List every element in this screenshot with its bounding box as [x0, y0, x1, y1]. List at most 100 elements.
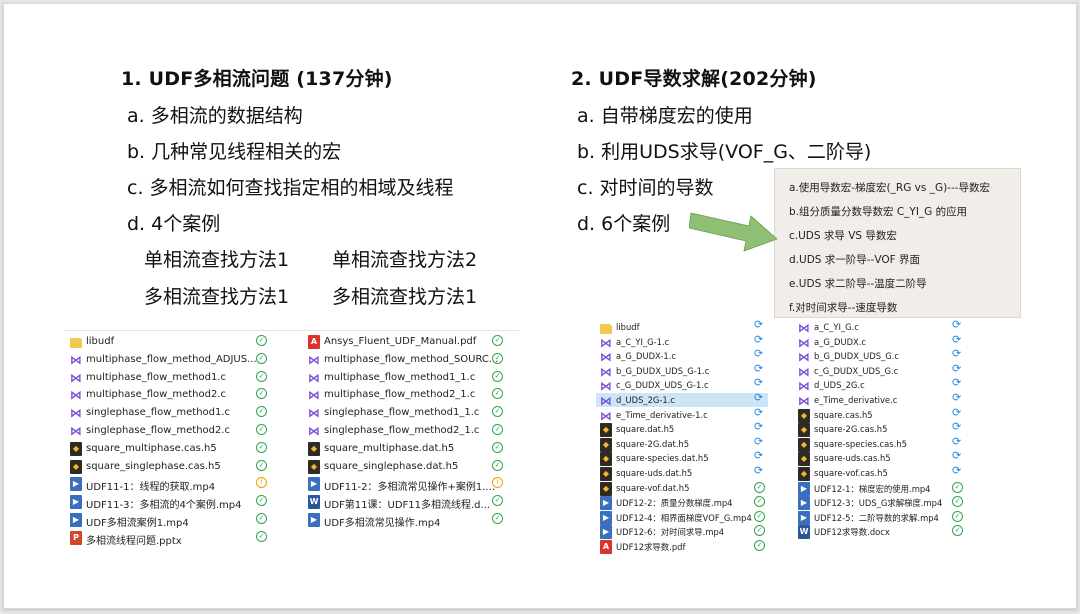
file-row[interactable]: ◆ square-2G.dat.h5 ⟳ — [596, 434, 768, 452]
mp4-file-icon: ▶ — [308, 477, 320, 492]
file-row[interactable]: ▶ UDF多相流案例1.mp4 ✓ — [66, 512, 270, 529]
file-row[interactable]: A Ansys_Fluent_UDF_Manual.pdf ✓ — [304, 334, 506, 351]
file-row[interactable]: ◆ square.cas.h5 ⟳ — [794, 407, 966, 423]
file-row[interactable]: ⋈ d_UDS_2G-1.c ⟳ — [596, 392, 768, 407]
file-row[interactable]: ⋈ multiphase_flow_method1_1.c ✓ — [304, 370, 506, 387]
file-row[interactable]: ⋈ singlephase_flow_method1_1.c ✓ — [304, 405, 506, 422]
synced-check-status-icon: ✓ — [256, 352, 267, 364]
file-row[interactable]: ⋈ singlephase_flow_method1.c ✓ — [66, 405, 270, 422]
file-row[interactable]: ◆ square-uds.dat.h5 ⟳ — [596, 464, 768, 481]
vs-file-icon: ⋈ — [70, 370, 82, 385]
sync-status-icon: ⟳ — [754, 434, 764, 448]
topic-f: f.对时间求导--速度导数 — [789, 302, 898, 314]
file-row[interactable]: ⋈ e_Time_derivative.c ⟳ — [794, 392, 966, 407]
synced-check-status-icon: ✓ — [256, 370, 267, 382]
file-name: square-vof.cas.h5 — [814, 468, 888, 478]
file-row[interactable]: ▶ UDF12-5：二阶导数的求解.mp4 ✓ — [794, 510, 966, 525]
file-row[interactable]: ⋈ a_C_YI_G-1.c ⟳ — [596, 334, 768, 349]
file-row[interactable]: ◆ square-species.cas.h5 ⟳ — [794, 436, 966, 452]
file-row[interactable]: ▶ UDF多相流常见操作.mp4 ✓ — [304, 512, 506, 529]
file-name: UDF多相流常见操作.mp4 — [324, 518, 441, 529]
derivative-topics-panel: a.使用导数宏-梯度宏(_RG vs _G)---导数宏 b.组分质量分数导数宏… — [774, 168, 1021, 318]
file-name: a_C_YI_G.c — [814, 322, 859, 332]
file-row[interactable]: ⋈ c_G_DUDX_UDS_G.c ⟳ — [794, 363, 966, 379]
file-row[interactable]: ◆ square_multiphase.dat.h5 ✓ — [304, 441, 506, 458]
mp4-file-icon: ▶ — [600, 525, 612, 540]
file-name: b_G_DUDX_UDS_G.c — [814, 351, 899, 362]
file-row[interactable]: ⋈ multiphase_flow_method2.c ✓ — [66, 387, 270, 404]
sync-status-icon: ⟳ — [754, 405, 764, 419]
file-row[interactable]: ▶ UDF12-3：UDS_G求解梯度.mp4 ✓ — [794, 495, 966, 511]
file-name: 多相流线程问题.pptx — [86, 535, 182, 547]
file-row[interactable]: ⋈ multiphase_flow_method_ADJUS... ✓ — [66, 352, 270, 369]
file-row[interactable]: ▶ UDF12-1：梯度宏的使用.mp4 ✓ — [794, 481, 966, 496]
file-row[interactable]: ◆ square-uds.cas.h5 ⟳ — [794, 450, 966, 467]
file-row[interactable]: W UDF12求导数.docx ✓ — [794, 524, 966, 540]
file-name: square-uds.dat.h5 — [616, 468, 693, 478]
file-row[interactable]: W UDF第11课：UDF11多相流线程.d... ✓ — [304, 494, 506, 511]
file-name: square-2G.cas.h5 — [814, 424, 888, 435]
section2-item-b: b. 利用UDS求导(VOF_G、二阶导) — [577, 141, 872, 163]
file-row[interactable]: ▶ UDF12-4：相界面梯度VOF_G.mp4 ✓ — [596, 510, 768, 525]
file-row[interactable]: ◆ square-species.dat.h5 ⟳ — [596, 450, 768, 467]
file-row[interactable]: ▶ UDF11-1：线程的获取.mp4! — [66, 476, 270, 493]
file-row[interactable]: ▶ UDF12-2：质量分数梯度.mp4 ✓ — [596, 495, 768, 511]
file-row[interactable]: ◆ square.dat.h5 ⟳ — [596, 421, 768, 438]
file-row[interactable]: ⋈ multiphase_flow_method2_1.c ✓ — [304, 387, 506, 404]
file-row[interactable]: ▶ UDF12-6：对时间求导.mp4 ✓ — [596, 524, 768, 540]
folder-file-icon — [600, 324, 612, 334]
file-name: a_C_YI_G-1.c — [616, 336, 670, 347]
file-name: UDF12求导数.pdf — [616, 542, 686, 552]
warning-status-icon: ! — [492, 477, 503, 489]
file-row[interactable]: ⋈ e_Time_derivative-1.c ⟳ — [596, 405, 768, 422]
sync-status-icon: ⟳ — [952, 332, 962, 346]
file-row[interactable]: libudf ⟳ — [596, 319, 768, 334]
file-row[interactable]: ⋈ multiphase_flow_method1.c ✓ — [66, 370, 270, 387]
file-row[interactable]: ⋈ a_C_YI_G.c ⟳ — [794, 319, 966, 334]
file-row[interactable]: ◆ square_multiphase.cas.h5 ✓ — [66, 441, 270, 458]
file-row[interactable]: ⋈ singlephase_flow_method2_1.c ✓ — [304, 423, 506, 440]
synced-check-status-icon: ✓ — [256, 530, 267, 542]
file-row[interactable]: ⋈ b_G_DUDX_UDS_G.c ⟳ — [794, 348, 966, 363]
sync-status-icon: ⟳ — [754, 464, 764, 477]
file-row[interactable]: ▶ UDF11-3：多相流的4个案例.mp4 ✓ — [66, 494, 270, 511]
h5-file-icon: ◆ — [798, 437, 810, 452]
file-row[interactable]: ◆ square-2G.cas.h5 ⟳ — [794, 421, 966, 438]
synced-check-status-icon: ✓ — [492, 406, 503, 418]
file-row[interactable]: ▶ UDF11-2：多相流常见操作+案例1....! — [304, 476, 506, 493]
file-name: d_UDS_2G.c — [814, 380, 865, 391]
case-label: 单相流查找方法2 — [332, 249, 478, 271]
file-row[interactable]: ◆ square-vof.cas.h5 ⟳ — [794, 465, 966, 481]
vs-file-icon: ⋈ — [308, 424, 320, 438]
synced-check-status-icon: ✓ — [492, 441, 503, 453]
file-row[interactable]: ⋈ multiphase_flow_method_SOURC... ✓ — [304, 352, 506, 369]
h5-file-icon: ◆ — [600, 423, 612, 438]
file-row[interactable]: A UDF12求导数.pdf ✓ — [596, 539, 768, 554]
file-row[interactable]: ⋈ c_G_DUDX_UDS_G-1.c ⟳ — [596, 377, 768, 392]
file-row[interactable]: ⋈ singlephase_flow_method2.c ✓ — [66, 423, 270, 440]
mp4-file-icon: ▶ — [308, 513, 320, 527]
file-row[interactable]: ⋈ b_G_DUDX_UDS_G-1.c ⟳ — [596, 363, 768, 378]
file-row[interactable]: ⋈ a_G_DUDX.c ⟳ — [794, 332, 966, 349]
file-name: singlephase_flow_method2_1.c — [324, 425, 480, 436]
file-row[interactable]: libudf ✓ — [66, 334, 270, 351]
file-row[interactable]: ⋈ a_G_DUDX-1.c ⟳ — [596, 348, 768, 363]
file-name: UDF12-1：梯度宏的使用.mp4 — [814, 483, 931, 494]
synced-check-status-icon: ✓ — [492, 370, 503, 382]
file-row[interactable]: ◆ square_singlephase.cas.h5 ✓ — [66, 459, 270, 476]
vs-file-icon: ⋈ — [798, 364, 810, 379]
file-name: c_G_DUDX_UDS_G-1.c — [616, 380, 709, 391]
file-row[interactable]: ◆ square_singlephase.dat.h5 ✓ — [304, 459, 506, 476]
synced-check-status-icon: ✓ — [256, 424, 267, 435]
file-row[interactable]: ◆ square-vof.dat.h5 ✓ — [596, 481, 768, 496]
file-row[interactable]: ⋈ d_UDS_2G.c ⟳ — [794, 377, 966, 392]
mp4-file-icon: ▶ — [798, 510, 810, 525]
synced-check-status-icon: ✓ — [256, 513, 267, 524]
file-row[interactable]: P 多相流线程问题.pptx ✓ — [66, 530, 270, 547]
vs-file-icon: ⋈ — [308, 370, 320, 385]
h5-file-icon: ◆ — [798, 467, 810, 481]
vs-file-icon: ⋈ — [70, 388, 82, 403]
case-label: 单相流查找方法1 — [144, 249, 290, 271]
pdf-file-icon: A — [308, 335, 320, 349]
h5-file-icon: ◆ — [798, 423, 810, 438]
